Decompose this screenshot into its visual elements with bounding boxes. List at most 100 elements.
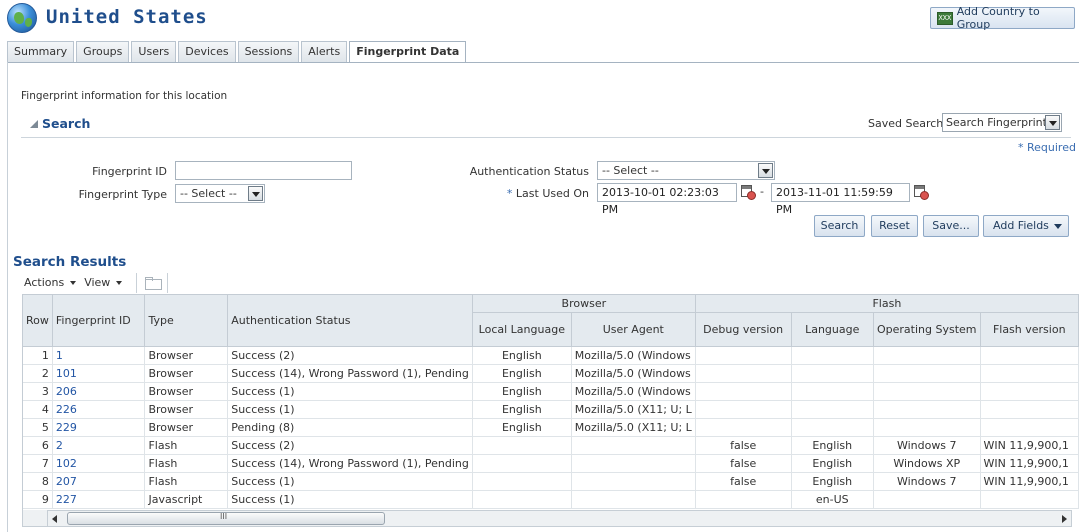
cell-fingerprint-id[interactable]: 229 (52, 418, 146, 437)
col-type[interactable]: Type (144, 295, 229, 347)
cell-type: Browser (144, 382, 229, 401)
cell-local-language (472, 436, 572, 455)
cell-user-agent (571, 472, 696, 491)
saved-search-select[interactable]: Search Fingerprints (942, 113, 1062, 132)
table-row[interactable]: 8 207 Flash Success (1) false English Windows … (23, 472, 1079, 491)
cell-fingerprint-id[interactable]: 1 (52, 346, 146, 365)
col-group-browser: Browser (472, 295, 696, 313)
tab-alerts[interactable]: Alerts (301, 41, 348, 62)
cell-language: English (791, 454, 874, 473)
col-language[interactable]: Language (791, 312, 874, 347)
table-row[interactable]: 9 227 Javascript Success (1) en-US (23, 490, 1079, 509)
search-section-title: Search (42, 116, 91, 131)
col-user-agent[interactable]: User Agent (571, 312, 696, 347)
collapse-triangle-icon (30, 119, 38, 128)
tab-fingerprint-data[interactable]: Fingerprint Data (349, 41, 467, 63)
results-toolbar: Actions View (24, 272, 169, 293)
cell-row: 2 (23, 364, 53, 383)
cell-local-language: English (472, 400, 572, 419)
cell-flash-version (980, 382, 1079, 401)
cell-type: Browser (144, 418, 229, 437)
cell-type: Browser (144, 364, 229, 383)
table-row[interactable]: 3 206 Browser Success (1) English Mozilla/5.0… (23, 382, 1079, 401)
cell-fingerprint-id[interactable]: 226 (52, 400, 146, 419)
table-row[interactable]: 6 2 Flash Success (2) false English Windows 7W… (23, 436, 1079, 455)
table-row[interactable]: 4 226 Browser Success (1) English Mozilla/5.0… (23, 400, 1079, 419)
add-country-to-group-button[interactable]: XXX Add Country to Group (930, 5, 1075, 31)
fingerprint-type-select[interactable]: -- Select -- (175, 184, 265, 203)
chevron-down-icon[interactable] (758, 163, 773, 178)
table-row[interactable]: 2 101 Browser Success (14), Wrong Password … (23, 364, 1079, 383)
fingerprint-type-label: Fingerprint Type (78, 188, 167, 201)
col-debug-version[interactable]: Debug version (695, 312, 792, 347)
auth-status-select[interactable]: -- Select -- (597, 161, 775, 180)
search-results-title: Search Results (13, 254, 127, 270)
view-menu[interactable]: View (84, 276, 123, 289)
date-picker-icon[interactable] (740, 184, 756, 200)
cell-auth-status: Success (2) (227, 436, 473, 455)
cell-fingerprint-id[interactable]: 101 (52, 364, 146, 383)
search-button[interactable]: Search (814, 215, 865, 237)
cell-auth-status: Success (1) (227, 382, 473, 401)
tab-groups[interactable]: Groups (76, 41, 130, 62)
col-local-language[interactable]: Local Language (472, 312, 572, 347)
cell-flash-version (980, 364, 1079, 383)
col-auth-status[interactable]: Authentication Status (227, 295, 473, 347)
cell-user-agent (571, 490, 696, 509)
cell-language (791, 418, 874, 437)
save-button[interactable]: Save... (923, 215, 979, 237)
cell-operating-system (873, 418, 981, 437)
cell-operating-system (873, 364, 981, 383)
table-row[interactable]: 5 229 Browser Pending (8) English Mozilla/5.0… (23, 418, 1079, 437)
col-operating-system[interactable]: Operating System (873, 312, 981, 347)
cell-debug-version (695, 418, 792, 437)
scroll-left-icon[interactable] (52, 515, 57, 523)
scrollbar-thumb[interactable] (67, 512, 385, 525)
page-title: United States (46, 6, 208, 28)
cell-row: 4 (23, 400, 53, 419)
tab-sessions[interactable]: Sessions (237, 41, 300, 62)
cell-fingerprint-id[interactable]: 102 (52, 454, 146, 473)
cell-auth-status: Success (1) (227, 490, 473, 509)
cell-flash-version (980, 400, 1079, 419)
tab-summary[interactable]: Summary (7, 41, 75, 62)
cell-row: 8 (23, 472, 53, 491)
col-fingerprint-id[interactable]: Fingerprint ID (52, 295, 146, 347)
cell-row: 3 (23, 382, 53, 401)
actions-menu[interactable]: Actions (24, 276, 77, 289)
folder-icon[interactable] (145, 276, 163, 290)
reset-button[interactable]: Reset (871, 215, 918, 237)
actions-label: Actions (24, 276, 65, 289)
last-used-from-input[interactable]: 2013-10-01 02:23:03 PM (597, 183, 737, 216)
tab-users[interactable]: Users (131, 41, 177, 62)
toolbar-separator (167, 272, 169, 293)
cell-flash-version: WIN 11,9,900,1 (980, 436, 1079, 455)
last-used-label-wrap: * Last Used On (506, 187, 589, 200)
cell-fingerprint-id[interactable]: 2 (52, 436, 146, 455)
cell-fingerprint-id[interactable]: 206 (52, 382, 146, 401)
date-picker-icon[interactable] (913, 184, 929, 200)
cell-fingerprint-id[interactable]: 227 (52, 490, 146, 509)
col-flash-version[interactable]: Flash version (980, 312, 1079, 347)
table-row[interactable]: 1 1 Browser Success (2) English Mozilla/5.0 (… (23, 346, 1079, 365)
chevron-down-icon (116, 281, 123, 285)
last-used-to-input[interactable]: 2013-11-01 11:59:59 PM (771, 183, 910, 216)
add-fields-button[interactable]: Add Fields (983, 215, 1069, 237)
table-row[interactable]: 7 102 Flash Success (14), Wrong Password (1… (23, 454, 1079, 473)
chevron-down-icon[interactable] (248, 186, 263, 201)
cell-operating-system: Windows 7 (873, 472, 981, 491)
cell-row: 1 (23, 346, 53, 365)
intro-text: Fingerprint information for this locatio… (21, 90, 228, 102)
fingerprint-id-input[interactable] (175, 161, 352, 180)
chevron-down-icon[interactable] (1045, 115, 1060, 130)
add-fields-label: Add Fields (993, 219, 1049, 232)
cell-fingerprint-id[interactable]: 207 (52, 472, 146, 491)
col-row[interactable]: Row (23, 295, 53, 347)
tab-devices[interactable]: Devices (178, 41, 236, 62)
cell-operating-system (873, 490, 981, 509)
search-section-header[interactable]: Search (30, 116, 90, 131)
scroll-right-icon[interactable] (1062, 515, 1067, 523)
horizontal-scrollbar[interactable] (47, 510, 1072, 527)
date-separator: - (760, 185, 764, 198)
cell-flash-version (980, 418, 1079, 437)
